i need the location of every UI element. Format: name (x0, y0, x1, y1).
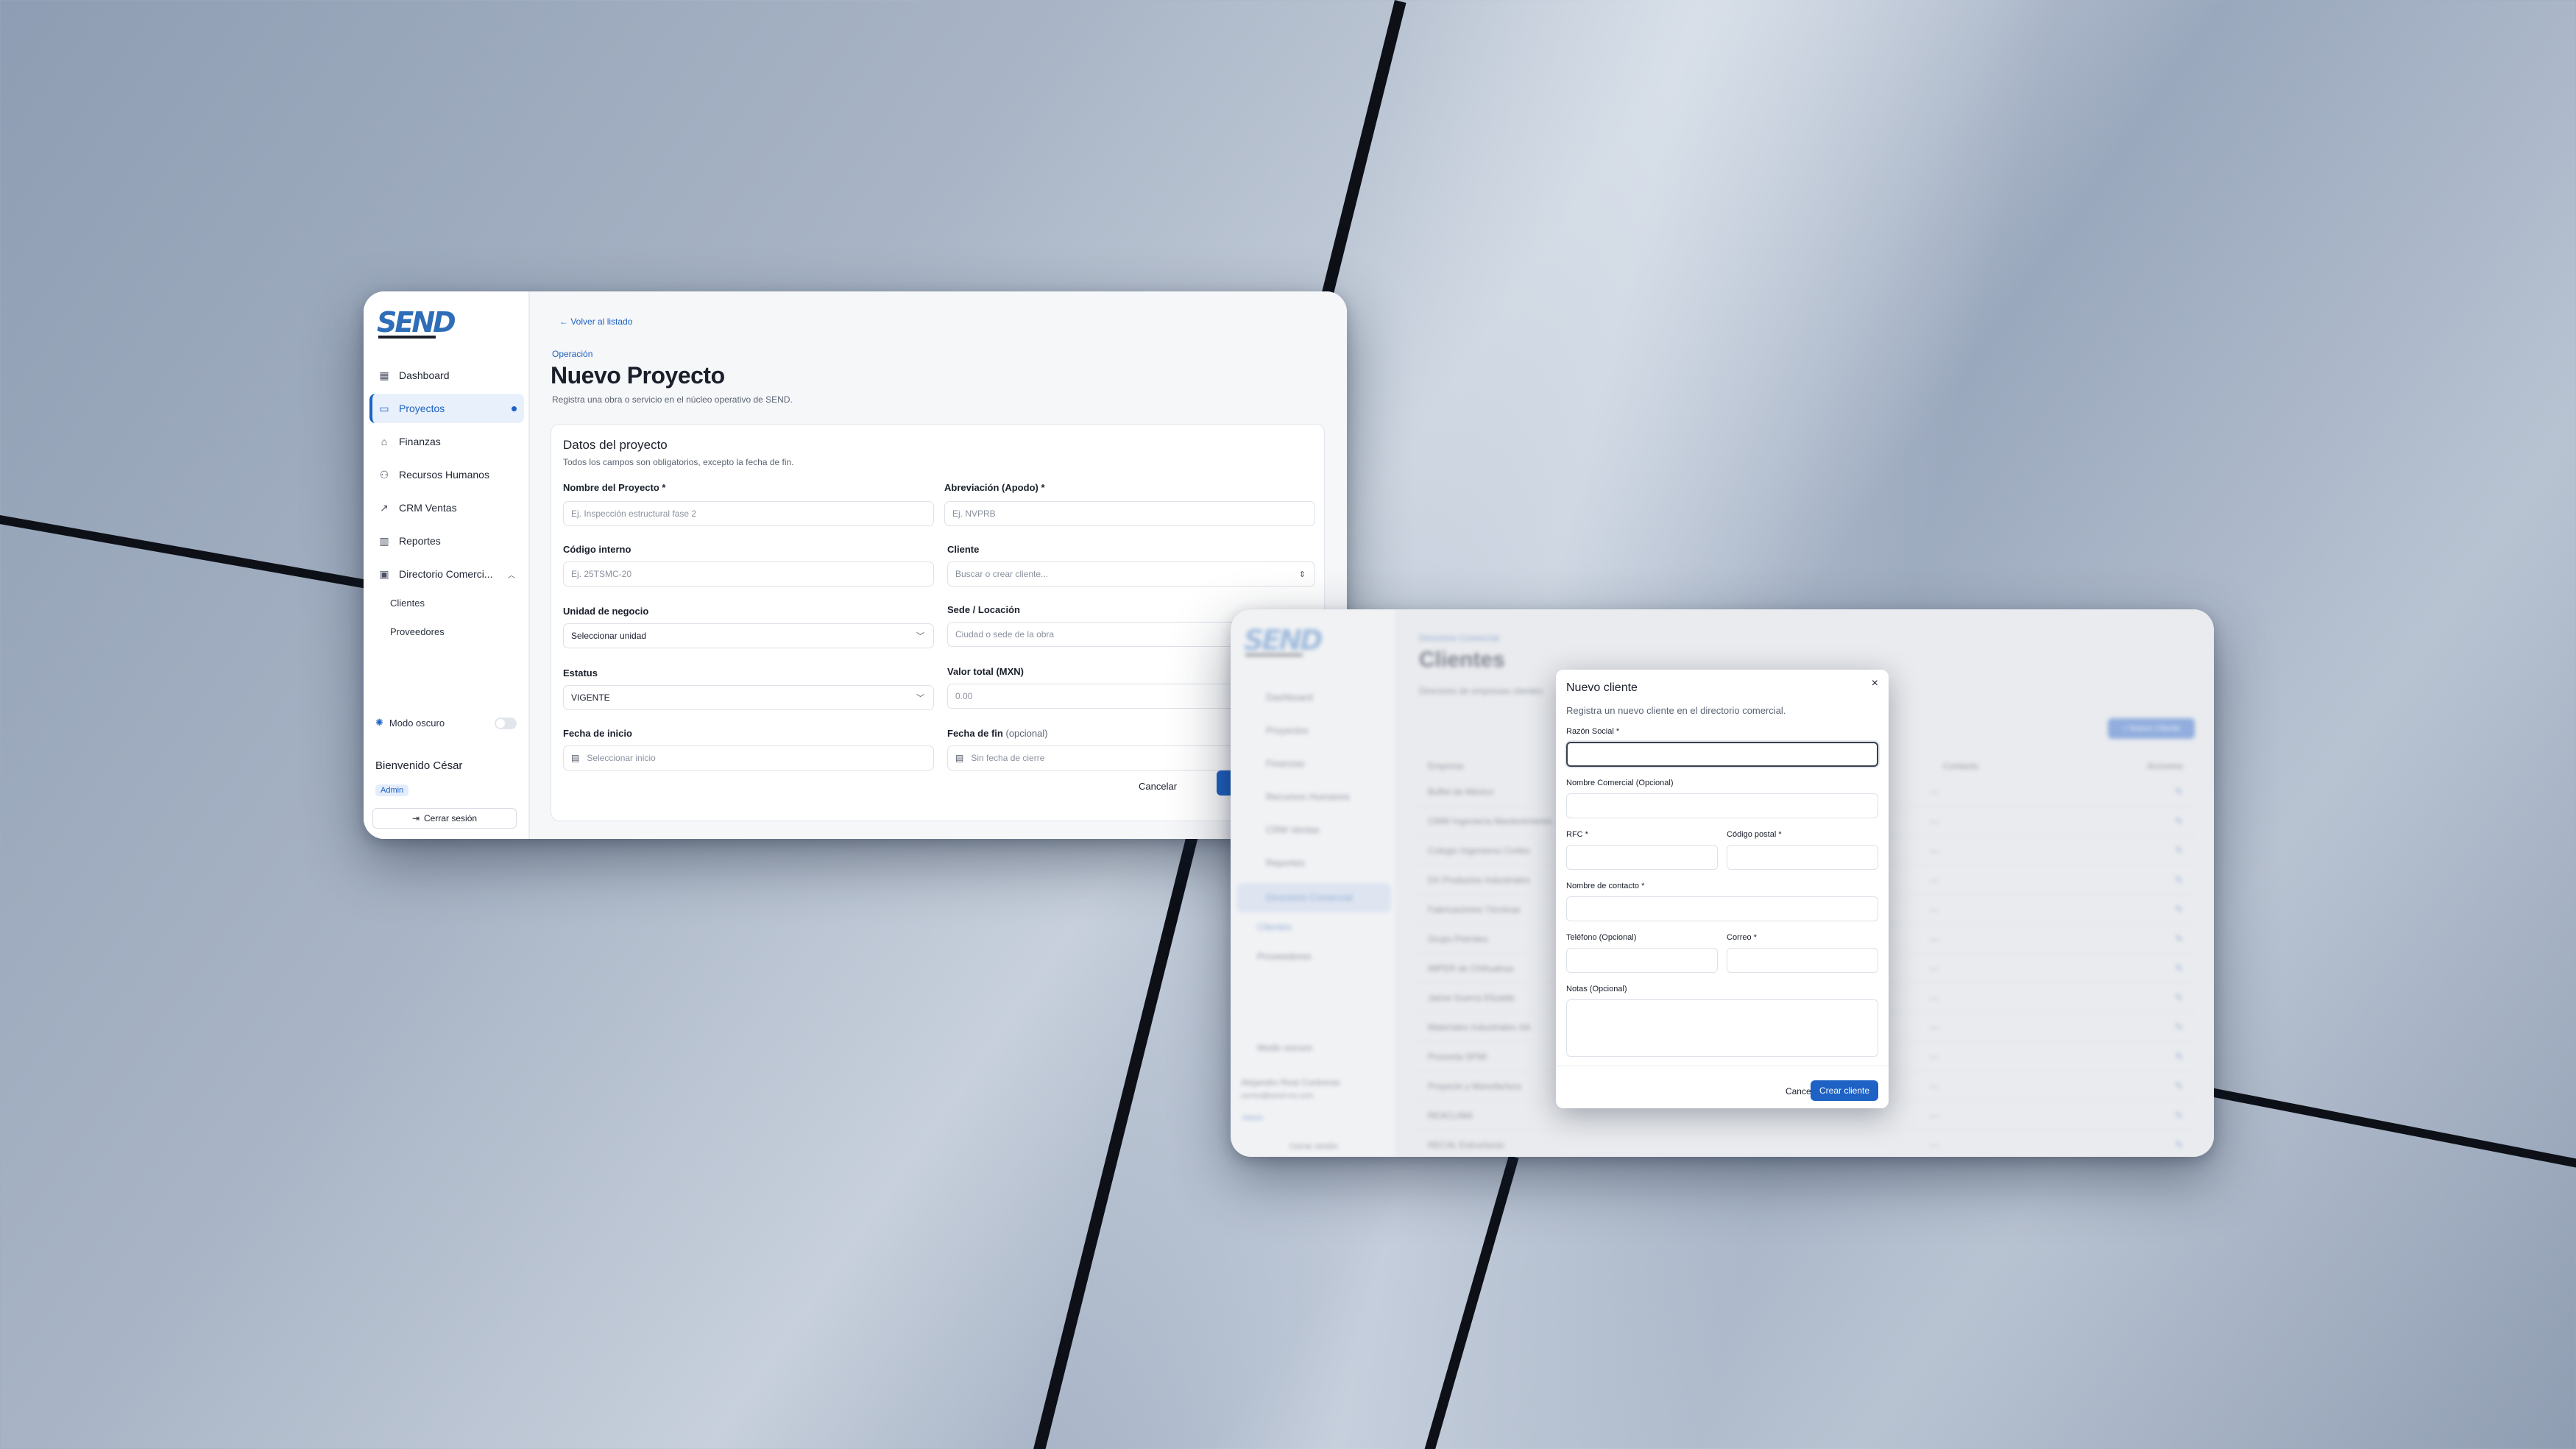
notas-label: Notas (Opcional) (1566, 985, 1627, 993)
close-icon[interactable]: × (1872, 677, 1878, 690)
contacto-input[interactable] (1566, 896, 1878, 921)
page-subtitle: Registra una obra o servicio en el núcle… (552, 394, 793, 405)
sidebar: SEND ▦ Dashboard ▭ Proyectos ⌂ Finanzas … (364, 291, 530, 839)
main-content: ← Volver al listado Operación Nuevo Proy… (530, 291, 1347, 839)
nombre-label: Nombre del Proyecto * (563, 482, 666, 493)
nombre-comercial-label: Nombre Comercial (Opcional) (1566, 779, 1674, 787)
fin-label: Fecha de fin (opcional) (947, 728, 1048, 739)
inicio-date-input[interactable]: ▤ Seleccionar inicio (563, 745, 934, 770)
project-window: SEND ▦ Dashboard ▭ Proyectos ⌂ Finanzas … (364, 291, 1347, 839)
abreviacion-label: Abreviación (Apodo) * (944, 482, 1045, 493)
cliente-label: Cliente (947, 544, 980, 555)
dashboard-icon: ▦ (379, 369, 389, 381)
new-client-modal: Nuevo cliente × Registra un nuevo client… (1556, 670, 1889, 1108)
contacto-label: Nombre de contacto * (1566, 882, 1645, 890)
nombre-comercial-input[interactable] (1566, 793, 1878, 818)
codigo-postal-input[interactable] (1727, 845, 1878, 870)
correo-input[interactable] (1727, 948, 1878, 973)
codigo-input[interactable]: Ej. 25TSMC-20 (563, 561, 934, 587)
sidebar-item-finanzas[interactable]: ⌂ Finanzas (369, 427, 524, 456)
sidebar-item-proyectos[interactable]: ▭ Proyectos (369, 394, 524, 423)
codigo-postal-label: Código postal * (1727, 830, 1782, 839)
inicio-label: Fecha de inicio (563, 728, 632, 739)
dark-mode-row: ✺ Modo oscuro (375, 717, 445, 729)
nombre-input[interactable]: Ej. Inspección estructural fase 2 (563, 501, 934, 526)
notas-textarea[interactable] (1566, 999, 1878, 1057)
logout-icon: ⇥ (411, 813, 420, 823)
sun-icon: ✺ (375, 717, 383, 728)
estatus-label: Estatus (563, 667, 598, 679)
role-badge: Admin (375, 784, 409, 796)
sede-label: Sede / Locación (947, 604, 1020, 615)
telefono-input[interactable] (1566, 948, 1718, 973)
project-form-card: Datos del proyecto Todos los campos son … (551, 424, 1325, 821)
sidebar-item-dashboard[interactable]: ▦ Dashboard (369, 361, 524, 390)
cancel-button[interactable]: Cancelar (1139, 781, 1177, 792)
clients-window: SEND Dashboard Proyectos Finanzas Recurs… (1231, 609, 2214, 1157)
back-link[interactable]: ← Volver al listado (559, 316, 632, 327)
card-subtitle: Todos los campos son obligatorios, excep… (563, 457, 794, 467)
bank-icon: ⌂ (381, 436, 388, 447)
unidad-label: Unidad de negocio (563, 606, 649, 617)
abreviacion-input[interactable]: Ej. NVPRB (944, 501, 1315, 526)
cliente-combobox[interactable]: Buscar o crear cliente... ⇕ (947, 561, 1315, 587)
folder-icon: ▭ (379, 402, 389, 414)
valor-label: Valor total (MXN) (947, 666, 1025, 677)
page-title: Nuevo Proyecto (551, 362, 725, 389)
card-title: Datos del proyecto (563, 438, 668, 452)
welcome-text: Bienvenido César (375, 759, 463, 772)
telefono-label: Teléfono (Opcional) (1566, 933, 1637, 942)
active-indicator (512, 405, 517, 411)
dark-mode-toggle[interactable] (495, 718, 517, 729)
sidebar-subitem-proveedores[interactable]: Proveedores (390, 626, 445, 637)
chevron-up-icon: ︿ (508, 571, 515, 580)
users-icon: ⚇ (379, 468, 389, 481)
chart-icon: ▥ (379, 534, 389, 547)
rfc-label: RFC * (1566, 830, 1588, 839)
arrow-left-icon: ← (559, 316, 568, 327)
calendar-icon: ▤ (571, 753, 580, 763)
contacts-icon: ▣ (379, 567, 389, 580)
chevron-down-icon: ﹀ (916, 694, 924, 703)
unidad-select[interactable]: Seleccionar unidad ﹀ (563, 623, 934, 648)
logout-button[interactable]: ⇥ Cerrar sesión (372, 808, 517, 829)
sidebar-subitem-clientes[interactable]: Clientes (390, 598, 425, 609)
calendar-icon: ▤ (955, 753, 964, 763)
sidebar-item-crm-ventas[interactable]: ↗ CRM Ventas (369, 493, 524, 522)
razon-social-input[interactable] (1566, 742, 1878, 767)
estatus-select[interactable]: VIGENTE ﹀ (563, 685, 934, 710)
create-client-button[interactable]: Crear cliente (1811, 1080, 1878, 1101)
section-eyebrow: Operación (552, 349, 593, 359)
codigo-label: Código interno (563, 544, 631, 555)
trend-icon: ↗ (380, 501, 389, 514)
rfc-input[interactable] (1566, 845, 1718, 870)
chevron-down-icon: ﹀ (916, 632, 924, 641)
sidebar-item-recursos-humanos[interactable]: ⚇ Recursos Humanos (369, 460, 524, 489)
sidebar-item-reportes[interactable]: ▥ Reportes (369, 526, 524, 556)
send-logo: SEND (377, 306, 456, 339)
modal-subtitle: Registra un nuevo cliente en el director… (1566, 705, 1786, 716)
modal-title: Nuevo cliente (1566, 681, 1638, 694)
sidebar-item-directorio[interactable]: ▣ Directorio Comerci... ︿ (369, 559, 524, 589)
correo-label: Correo * (1727, 933, 1757, 942)
chevron-updown-icon: ⇕ (1298, 570, 1306, 579)
razon-social-label: Razón Social * (1566, 727, 1620, 736)
